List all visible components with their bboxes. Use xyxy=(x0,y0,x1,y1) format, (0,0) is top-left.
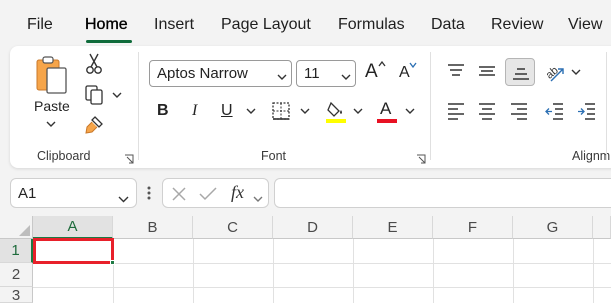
column-header-e[interactable]: E xyxy=(353,216,433,239)
row-header-3[interactable]: 3 xyxy=(0,287,33,303)
align-left-icon[interactable] xyxy=(445,100,467,122)
font-name-combo[interactable]: Aptos Narrow xyxy=(149,60,292,87)
paste-chevron-down-icon[interactable] xyxy=(45,119,57,129)
name-box[interactable]: A1 xyxy=(10,178,137,208)
font-color-icon[interactable]: A xyxy=(377,99,397,125)
gridline xyxy=(433,239,434,303)
select-all-triangle-icon xyxy=(19,225,30,236)
font-group-label: Font xyxy=(261,149,287,163)
fill-color-chevron-down-icon[interactable] xyxy=(352,106,364,116)
tab-insert[interactable]: Insert xyxy=(154,16,194,34)
tab-formulas[interactable]: Formulas xyxy=(338,16,405,34)
row-header-1[interactable]: 1 xyxy=(0,239,33,263)
tab-data[interactable]: Data xyxy=(431,16,465,34)
gridline xyxy=(513,239,514,303)
bottom-align-icon xyxy=(513,68,529,80)
row-header-2[interactable]: 2 xyxy=(0,263,33,287)
top-align-icon[interactable] xyxy=(445,60,467,82)
gridline xyxy=(33,263,611,264)
font-dialog-launcher-icon[interactable] xyxy=(416,151,426,164)
copy-icon[interactable] xyxy=(83,84,105,106)
gridline xyxy=(193,239,194,303)
insert-function-chevron-down-icon[interactable] xyxy=(253,190,263,208)
alignment-group-label: Alignm xyxy=(572,149,611,163)
tab-file[interactable]: File xyxy=(27,16,53,34)
bottom-align-button[interactable] xyxy=(505,58,535,86)
font-size-value: 11 xyxy=(304,65,320,82)
font-size-combo[interactable]: 11 xyxy=(296,60,356,87)
decrease-font-size-icon[interactable]: A xyxy=(399,62,417,82)
decrease-indent-icon[interactable] xyxy=(544,100,566,122)
group-separator xyxy=(138,52,139,160)
clipboard-group-label: Clipboard xyxy=(37,149,91,163)
tab-page-layout[interactable]: Page Layout xyxy=(221,16,311,34)
column-header-c[interactable]: C xyxy=(193,216,273,239)
font-name-value: Aptos Narrow xyxy=(157,65,248,82)
font-size-chevron-down-icon[interactable] xyxy=(341,68,351,85)
italic-button[interactable]: I xyxy=(192,102,197,120)
active-cell-a1[interactable] xyxy=(33,238,114,264)
column-header-g[interactable]: G xyxy=(513,216,593,239)
font-name-chevron-down-icon[interactable] xyxy=(277,68,287,85)
column-header-partial[interactable] xyxy=(593,216,611,239)
paste-label[interactable]: Paste xyxy=(34,98,70,114)
align-center-icon[interactable] xyxy=(476,100,498,122)
increase-indent-icon[interactable] xyxy=(576,100,598,122)
group-separator xyxy=(430,52,431,160)
column-header-d[interactable]: D xyxy=(273,216,353,239)
column-header-f[interactable]: F xyxy=(433,216,513,239)
paste-icon[interactable] xyxy=(33,54,73,96)
middle-align-icon[interactable] xyxy=(476,60,498,82)
select-all-button[interactable] xyxy=(0,216,33,239)
font-color-chevron-down-icon[interactable] xyxy=(404,106,416,116)
gridline xyxy=(273,239,274,303)
orientation-icon[interactable]: ab xyxy=(543,60,567,84)
underline-button[interactable]: U xyxy=(221,102,233,120)
name-box-chevron-down-icon[interactable] xyxy=(118,190,129,208)
cut-icon[interactable] xyxy=(84,53,104,75)
formula-buttons: fx xyxy=(162,178,269,208)
bold-button[interactable]: B xyxy=(157,102,169,120)
tab-review[interactable]: Review xyxy=(491,16,543,34)
fill-color-icon[interactable] xyxy=(325,99,347,125)
formula-bar-grip-icon[interactable] xyxy=(147,186,151,205)
align-right-icon[interactable] xyxy=(508,100,530,122)
orientation-chevron-down-icon[interactable] xyxy=(570,67,582,77)
clipboard-dialog-launcher-icon[interactable] xyxy=(124,151,134,164)
increase-font-size-icon[interactable]: A xyxy=(365,61,386,83)
active-tab-indicator xyxy=(86,40,132,43)
group-separator xyxy=(606,52,607,160)
gridline xyxy=(33,287,611,288)
cancel-icon[interactable] xyxy=(171,186,187,207)
column-header-b[interactable]: B xyxy=(113,216,193,239)
gridline xyxy=(593,239,594,303)
enter-check-icon[interactable] xyxy=(199,186,217,207)
underline-chevron-down-icon[interactable] xyxy=(245,106,257,116)
tab-home[interactable]: Home xyxy=(85,16,128,34)
copy-chevron-down-icon[interactable] xyxy=(111,90,123,100)
column-header-a[interactable]: A xyxy=(33,216,113,239)
name-box-value: A1 xyxy=(18,185,37,202)
borders-chevron-down-icon[interactable] xyxy=(299,106,311,116)
fill-handle[interactable] xyxy=(110,260,115,265)
borders-icon[interactable] xyxy=(270,100,292,122)
gridline xyxy=(353,239,354,303)
insert-function-icon[interactable]: fx xyxy=(231,182,244,203)
format-painter-icon[interactable] xyxy=(83,114,105,136)
tab-view[interactable]: View xyxy=(568,16,602,34)
formula-input[interactable] xyxy=(274,178,611,208)
